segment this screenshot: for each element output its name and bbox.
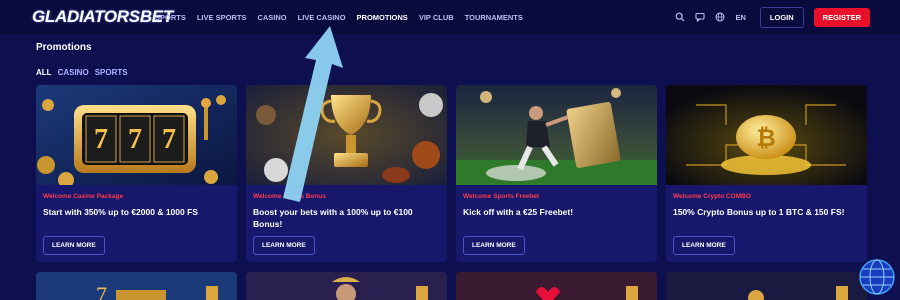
promo-card-sports-bonus[interactable]: Welcome Sports Bonus Boost your bets wit… <box>246 85 447 262</box>
nav-item-live-sports[interactable]: LIVE SPORTS <box>197 13 247 22</box>
nav-item-live-casino[interactable]: LIVE CASINO <box>298 13 346 22</box>
learn-more-button[interactable]: LEARN MORE <box>253 236 315 255</box>
promo-title: Start with 350% up to €2000 & 1000 FS <box>43 207 198 217</box>
nav-item-sports[interactable]: SPORTS <box>155 13 186 22</box>
filter-sports[interactable]: SPORTS <box>95 68 128 77</box>
nav-item-vip-club[interactable]: VIP CLUB <box>419 13 454 22</box>
main-nav: SPORTS LIVE SPORTS CASINO LIVE CASINO PR… <box>155 13 523 22</box>
filter-casino[interactable]: CASINO <box>58 68 89 77</box>
floating-globe-icon[interactable] <box>857 257 897 297</box>
promo-tag: Welcome Sports Freebet <box>463 193 540 200</box>
top-header: GLADIATORSBET SPORTS LIVE SPORTS CASINO … <box>0 0 900 34</box>
promo-card-crypto[interactable]: ₿ Welcome Crypto COMBO 150% Crypto Bonus… <box>666 85 867 262</box>
svg-text:7: 7 <box>162 124 176 155</box>
nav-item-casino[interactable]: CASINO <box>257 13 286 22</box>
globe-icon[interactable] <box>715 12 725 22</box>
svg-text:7: 7 <box>96 282 107 300</box>
promo-card-partial[interactable] <box>666 272 867 300</box>
learn-more-button[interactable]: LEARN MORE <box>43 236 105 255</box>
page-title: Promotions <box>36 42 92 53</box>
promo-tag: Welcome Crypto COMBO <box>673 193 751 200</box>
filter-all[interactable]: ALL <box>36 68 52 77</box>
football-player-image <box>456 85 657 185</box>
chat-icon[interactable] <box>695 12 706 22</box>
login-button[interactable]: LOGIN <box>759 6 804 28</box>
promo-card-partial[interactable] <box>456 272 657 300</box>
svg-text:₿: ₿ <box>756 125 776 152</box>
register-button[interactable]: REGISTER <box>813 7 870 27</box>
svg-text:7: 7 <box>128 124 142 155</box>
header-actions: EN LOGIN REGISTER <box>675 6 870 28</box>
site-logo[interactable]: GLADIATORSBET <box>32 7 173 27</box>
promo-tag: Welcome Sports Bonus <box>253 193 326 200</box>
promo-card-sports-freebet[interactable]: Welcome Sports Freebet Kick off with a €… <box>456 85 657 262</box>
nav-item-tournaments[interactable]: TOURNAMENTS <box>465 13 523 22</box>
promo-filters: ALL CASINO SPORTS <box>36 68 128 77</box>
trophy-image <box>246 85 447 185</box>
promo-title: Boost your bets with a 100% up to €100 B… <box>253 207 413 230</box>
promo-cards: 7 7 7 Welcome Casino Package Start with … <box>36 85 867 262</box>
learn-more-button[interactable]: LEARN MORE <box>463 236 525 255</box>
promo-title: 150% Crypto Bonus up to 1 BTC & 150 FS! <box>673 207 845 217</box>
search-icon[interactable] <box>675 12 685 22</box>
svg-text:7: 7 <box>94 124 108 155</box>
bitcoin-image: ₿ <box>666 85 867 185</box>
promo-cards-row-2: 7 <box>36 272 867 300</box>
promo-card-casino[interactable]: 7 7 7 Welcome Casino Package Start with … <box>36 85 237 262</box>
promo-title: Kick off with a €25 Freebet! <box>463 207 574 217</box>
promo-card-partial[interactable] <box>246 272 447 300</box>
slot-machine-image: 7 7 7 <box>36 85 237 185</box>
nav-item-promotions[interactable]: PROMOTIONS <box>357 13 408 22</box>
learn-more-button[interactable]: LEARN MORE <box>673 236 735 255</box>
language-selector[interactable]: EN <box>735 13 745 22</box>
promo-tag: Welcome Casino Package <box>43 193 124 200</box>
promo-card-partial[interactable]: 7 <box>36 272 237 300</box>
